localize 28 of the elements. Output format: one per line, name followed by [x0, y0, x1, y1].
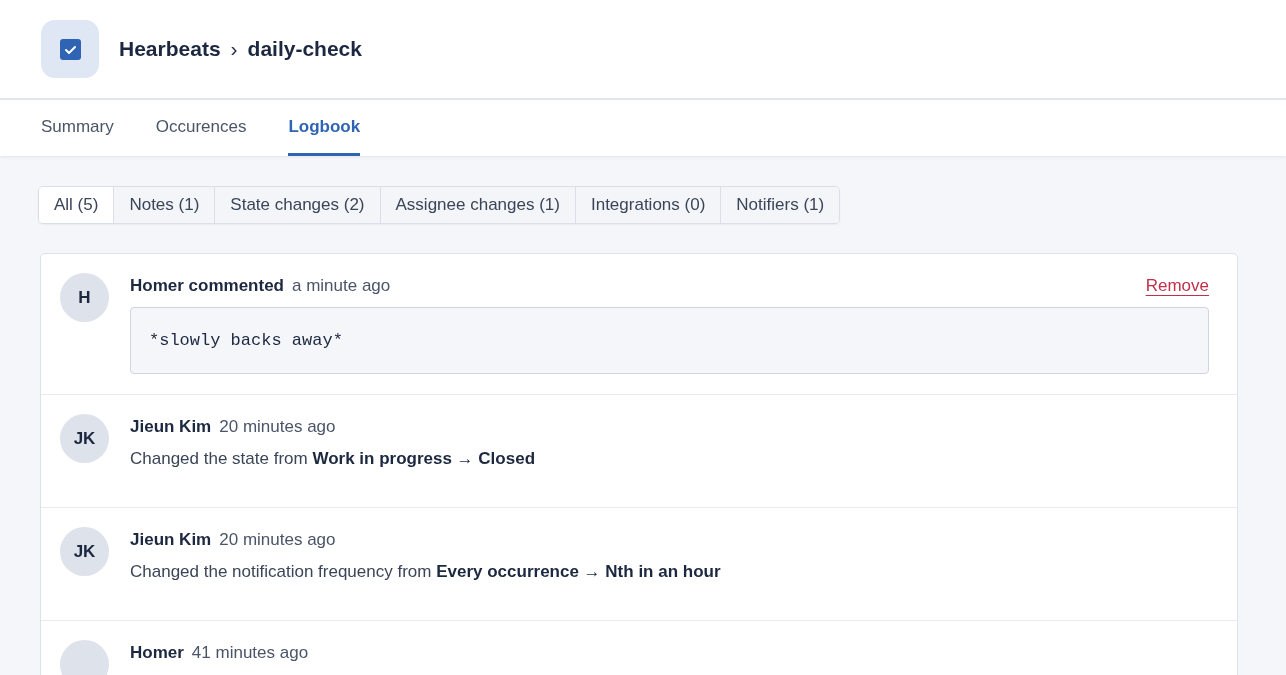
- avatar: JK: [60, 414, 109, 463]
- tab[interactable]: Occurences: [155, 100, 247, 156]
- filter-tab[interactable]: Notifiers (1): [720, 187, 840, 223]
- timestamp: a minute ago: [292, 275, 391, 297]
- tab[interactable]: Summary: [41, 100, 114, 156]
- timestamp: 20 minutes ago: [219, 529, 336, 551]
- avatar: JK: [60, 527, 109, 576]
- change-description: Changed the state from Work in progress → Closed: [130, 447, 536, 470]
- filter-tab[interactable]: Assignee changes (1): [379, 187, 575, 223]
- tab[interactable]: Logbook: [288, 100, 361, 156]
- timestamp: 20 minutes ago: [219, 416, 336, 438]
- timestamp: 41 minutes ago: [191, 642, 309, 664]
- avatar: H: [60, 273, 109, 322]
- author-name: Homer commented: [130, 275, 284, 297]
- filter-tab[interactable]: All (5): [39, 187, 114, 223]
- checkbox-icon: [59, 38, 81, 60]
- filter-tab[interactable]: Notes (1): [113, 187, 215, 223]
- author-name: Jieun Kim: [130, 529, 212, 551]
- page-title: daily-check: [247, 36, 362, 63]
- comment-text: *slowly backs away*: [130, 306, 1209, 374]
- change-description: Changed the notification frequency from Every occurrence → Nth in an hour: [130, 560, 722, 583]
- author-name: Jieun Kim: [130, 416, 212, 438]
- breadcrumb-separator: ›: [230, 36, 238, 63]
- filter-tab[interactable]: State changes (2): [214, 187, 380, 223]
- author-name: Homer: [130, 642, 184, 664]
- breadcrumb-link[interactable]: Hearbeats: [119, 33, 221, 65]
- remove-link[interactable]: Remove: [1145, 273, 1209, 299]
- filter-tab[interactable]: Integrations (0): [574, 187, 721, 223]
